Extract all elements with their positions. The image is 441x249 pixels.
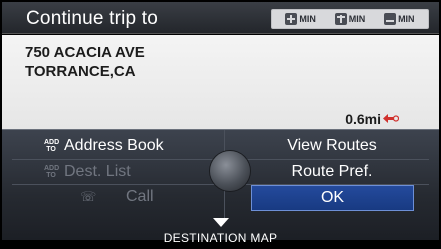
interface-dial-knob: [210, 151, 250, 191]
ferry-icon: [384, 13, 397, 25]
route-option-label: MIN: [299, 14, 316, 24]
route-option-ferry: MIN: [384, 13, 415, 25]
dest-list-label: Dest. List: [64, 162, 131, 180]
route-option-highway: MIN: [285, 13, 316, 25]
direction-arrow-icon: [383, 114, 399, 123]
title-bar: Continue trip to MIN MIN MIN: [2, 2, 439, 34]
highway-icon: [285, 13, 298, 25]
destination-address: 750 ACACIA AVE TORRANCE,CA 0.6mi: [2, 35, 439, 129]
continue-trip-screen: Continue trip to MIN MIN MIN 750 ACACIA …: [0, 0, 441, 249]
phone-icon: ☏: [80, 189, 97, 204]
route-option-toll: MIN: [334, 13, 366, 25]
down-arrow-icon: [213, 218, 229, 227]
street-address: 750 ACACIA AVE: [25, 44, 145, 61]
view-routes-label: View Routes: [287, 136, 377, 154]
route-options: MIN MIN MIN: [271, 9, 429, 29]
ok-label: OK: [320, 189, 345, 206]
address-book-button[interactable]: ADD TO Address Book: [44, 133, 204, 158]
route-pref-label: Route Pref.: [291, 162, 373, 180]
page-title: Continue trip to: [26, 8, 159, 29]
city-state: TORRANCE,CA: [25, 63, 136, 80]
route-option-label: MIN: [398, 14, 415, 24]
call-button[interactable]: ☏ Call: [80, 184, 200, 209]
address-book-label: Address Book: [64, 136, 164, 154]
view-routes-button[interactable]: View Routes: [242, 133, 422, 158]
route-pref-button[interactable]: Route Pref.: [242, 159, 422, 184]
call-label: Call: [126, 187, 154, 205]
ok-button[interactable]: OK: [251, 185, 414, 211]
route-option-label: MIN: [348, 14, 366, 24]
destination-map-label[interactable]: DESTINATION MAP: [0, 231, 441, 245]
add-to-icon: ADD TO: [44, 164, 60, 179]
dest-list-button[interactable]: ADD TO Dest. List: [44, 159, 204, 184]
distance-readout: 0.6mi: [345, 111, 381, 127]
toll-road-icon: [334, 13, 347, 25]
add-to-icon: ADD TO: [44, 138, 60, 153]
